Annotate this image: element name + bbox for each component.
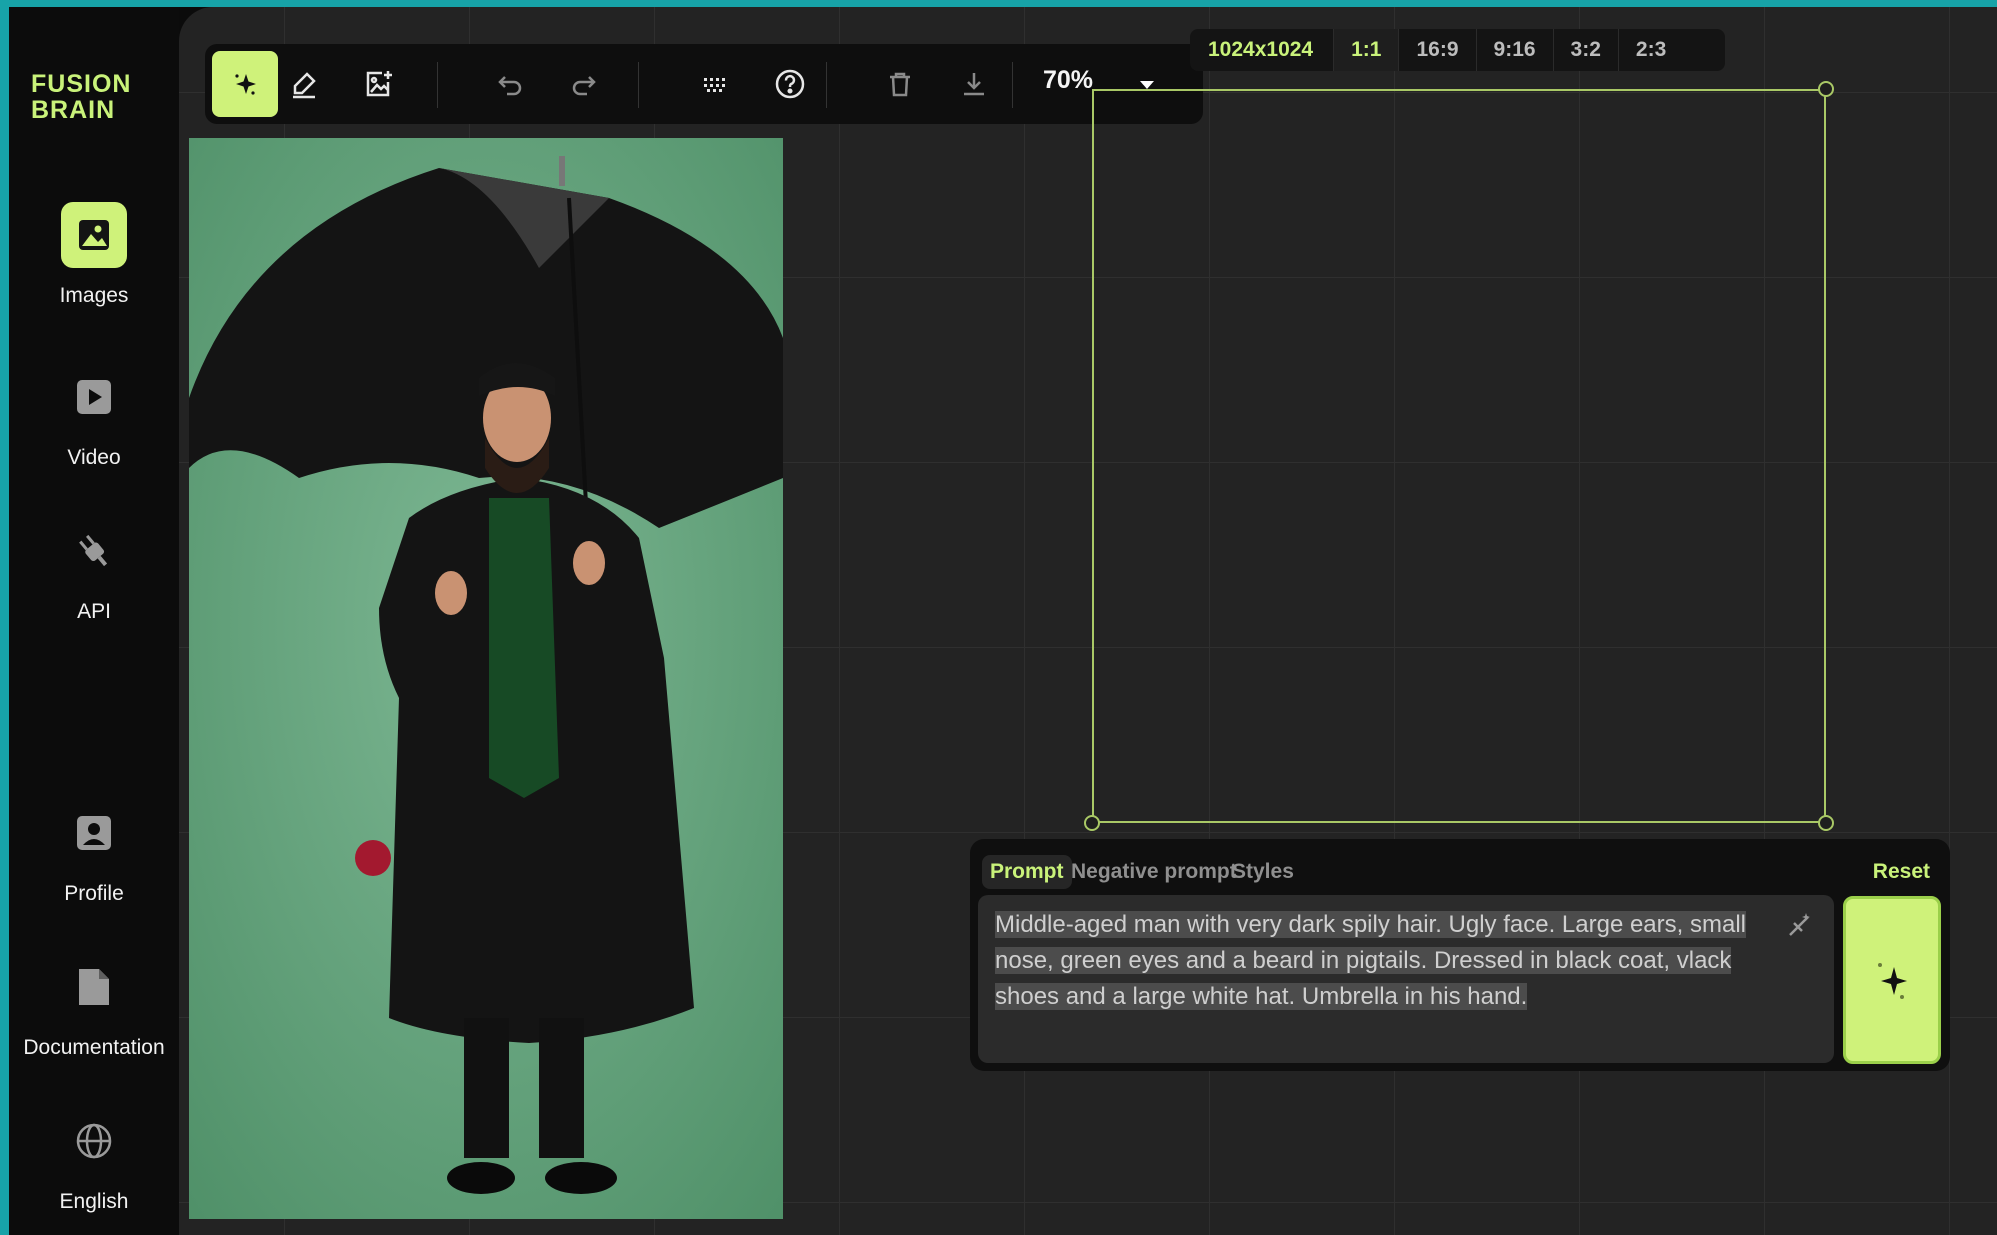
toolbar-divider: [437, 62, 438, 108]
prompt-input[interactable]: Middle-aged man with very dark spily hai…: [978, 895, 1834, 1063]
sidebar-item-label: Documentation: [23, 1036, 165, 1059]
magic-wand-icon: [1789, 913, 1810, 936]
generated-image[interactable]: [189, 138, 783, 1219]
resize-handle-top-right[interactable]: [1818, 81, 1834, 97]
improve-prompt-button[interactable]: [1784, 909, 1816, 946]
ratio-option-3-2[interactable]: 3:2: [1554, 29, 1619, 71]
tab-negative-prompt[interactable]: Negative prompt: [1063, 855, 1245, 889]
redo-icon: [572, 76, 596, 96]
toolbar-divider: [1012, 62, 1013, 108]
download-icon: [964, 73, 984, 96]
resize-handle-bottom-left[interactable]: [1084, 815, 1100, 831]
generation-frame[interactable]: [1092, 89, 1826, 823]
image-icon: [61, 202, 127, 268]
toolbar-divider: [826, 62, 827, 108]
sparkle-icon: [1878, 963, 1907, 999]
sidebar-item-label: Images: [59, 284, 129, 307]
sidebar-item-profile[interactable]: Profile: [9, 800, 179, 906]
canvas-size-label: 1024x1024: [1190, 29, 1335, 71]
logo-line-2: BRAIN: [31, 96, 116, 124]
canvas-area[interactable]: 70% 1024x1024 1:1 16:9 9:16 3:2 2:3 Prom…: [179, 7, 1997, 1235]
redo-button[interactable]: [557, 57, 611, 111]
sidebar-item-api[interactable]: API: [9, 518, 179, 624]
window-top-border: [0, 0, 1997, 7]
eraser-icon: [293, 72, 316, 99]
sidebar: FUSION BRAIN Images Video API Profile Do…: [9, 7, 179, 1235]
tab-prompt[interactable]: Prompt: [982, 855, 1072, 889]
add-image-button[interactable]: [351, 57, 405, 111]
grid-icon: [704, 78, 725, 92]
toolbar-divider: [638, 62, 639, 108]
sidebar-item-label: Profile: [64, 882, 124, 905]
add-image-icon: [366, 71, 392, 97]
undo-button[interactable]: [483, 57, 537, 111]
sidebar-item-images[interactable]: Images: [9, 202, 179, 308]
toolbar: 70%: [205, 44, 1203, 124]
help-icon: [775, 69, 805, 99]
delete-button[interactable]: [873, 57, 927, 111]
plug-icon: [61, 518, 127, 584]
video-icon: [61, 364, 127, 430]
globe-icon: [61, 1108, 127, 1174]
generate-icon: [235, 74, 256, 95]
reset-button[interactable]: Reset: [1873, 855, 1930, 889]
prompt-panel: Prompt Negative prompt Styles Reset Midd…: [970, 839, 1950, 1071]
trash-icon: [890, 72, 910, 97]
profile-icon: [61, 800, 127, 866]
grid-button[interactable]: [688, 57, 742, 111]
logo[interactable]: FUSION BRAIN: [31, 71, 171, 123]
sidebar-item-language[interactable]: English: [9, 1108, 179, 1214]
help-button[interactable]: [763, 57, 817, 111]
document-icon: [61, 954, 127, 1020]
ratio-option-1-1[interactable]: 1:1: [1334, 29, 1400, 71]
sidebar-item-label: English: [59, 1190, 129, 1213]
ratio-option-9-16[interactable]: 9:16: [1477, 29, 1554, 71]
sidebar-item-video[interactable]: Video: [9, 364, 179, 470]
generate-button[interactable]: [1843, 896, 1941, 1064]
prompt-text-selection: Middle-aged man with very dark spily hai…: [995, 911, 1746, 1010]
sidebar-item-label: API: [77, 600, 111, 623]
zoom-level[interactable]: 70%: [1043, 66, 1093, 95]
window-left-border: [0, 0, 9, 1235]
resize-handle-bottom-right[interactable]: [1818, 815, 1834, 831]
eraser-tool-button[interactable]: [277, 57, 331, 111]
sidebar-item-documentation[interactable]: Documentation: [9, 954, 179, 1060]
prompt-text[interactable]: Middle-aged man with very dark spily hai…: [995, 907, 1747, 1015]
aspect-ratio-bar: 1024x1024 1:1 16:9 9:16 3:2 2:3: [1190, 29, 1725, 71]
ratio-option-2-3[interactable]: 2:3: [1619, 29, 1683, 71]
tab-styles[interactable]: Styles: [1224, 855, 1302, 889]
logo-line-1: FUSION: [31, 70, 132, 98]
sidebar-item-label: Video: [67, 446, 121, 469]
download-button[interactable]: [947, 57, 1001, 111]
undo-icon: [498, 76, 522, 96]
generate-tool-button[interactable]: [212, 51, 278, 117]
ratio-option-16-9[interactable]: 16:9: [1399, 29, 1477, 71]
